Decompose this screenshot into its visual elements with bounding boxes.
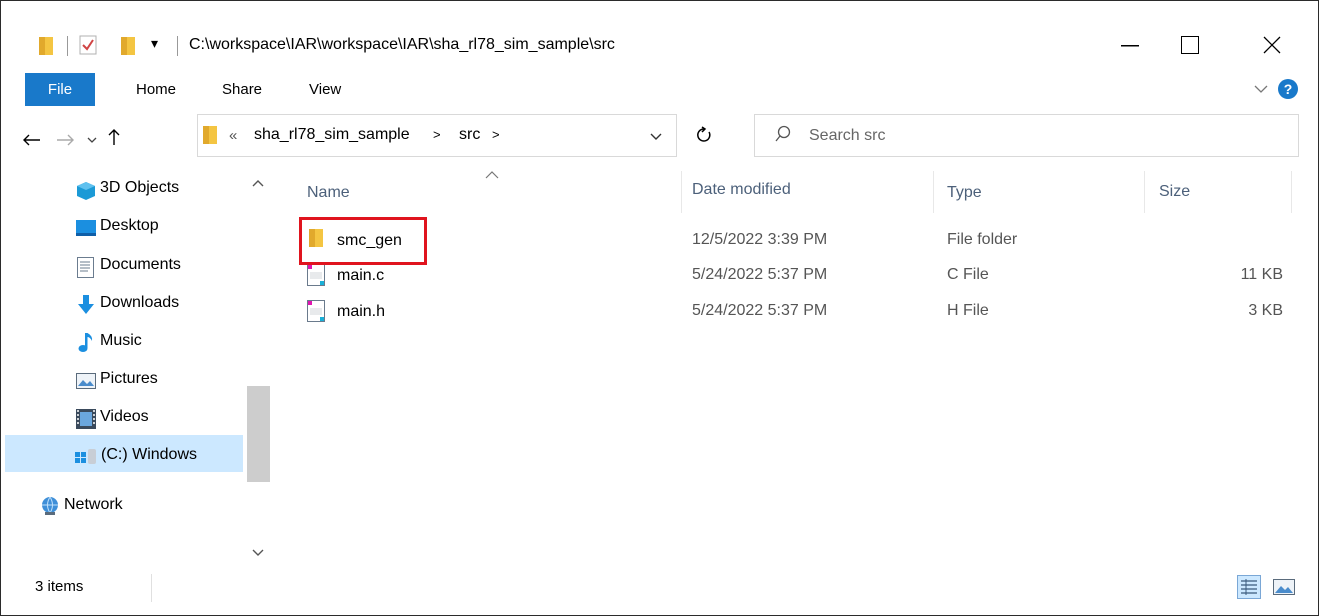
c-file-icon	[307, 264, 325, 286]
sidebar-item-label: Network	[64, 496, 123, 513]
h-file-icon	[307, 300, 325, 322]
new-folder-icon[interactable]	[121, 37, 135, 55]
back-arrow-icon[interactable]	[23, 134, 41, 146]
network-icon	[39, 496, 61, 516]
breadcrumb-item[interactable]: src	[459, 126, 480, 144]
breadcrumb-item[interactable]: sha_rl78_sim_sample	[254, 126, 410, 144]
desktop-icon	[76, 220, 96, 236]
column-header-size[interactable]: Size	[1159, 183, 1190, 201]
3d-objects-icon	[76, 181, 96, 201]
breadcrumb-separator-icon[interactable]: >	[492, 127, 500, 142]
close-icon[interactable]	[1263, 36, 1281, 54]
maximize-icon[interactable]	[1181, 36, 1199, 54]
column-divider[interactable]	[1291, 171, 1292, 213]
table-row[interactable]: smc_gen 12/5/2022 3:39 PM File folder	[301, 229, 1301, 257]
quick-access-dropdown-icon[interactable]: ▾	[151, 35, 158, 52]
divider	[67, 36, 68, 56]
tab-share[interactable]: Share	[222, 81, 262, 98]
file-name: main.c	[337, 267, 385, 284]
file-size: 3 KB	[1248, 302, 1283, 319]
large-icons-view-icon[interactable]	[1273, 577, 1295, 597]
svg-text:?: ?	[1284, 81, 1293, 97]
table-row[interactable]: main.h 5/24/2022 5:37 PM H File 3 KB	[301, 300, 1301, 328]
sidebar-item-label: (C:) Windows	[101, 446, 198, 463]
file-type: C File	[947, 266, 989, 283]
status-item-count: 3 items	[35, 578, 84, 595]
sidebar-item-label: Videos	[100, 408, 149, 425]
file-date: 5/24/2022 5:37 PM	[692, 302, 828, 319]
properties-icon[interactable]	[79, 35, 97, 55]
sidebar-scrollbar[interactable]	[246, 171, 271, 571]
file-size: 11 KB	[1240, 266, 1283, 283]
sidebar-item-label: Pictures	[100, 370, 158, 387]
pictures-icon	[76, 373, 96, 389]
downloads-icon	[77, 295, 95, 315]
breadcrumb-separator-icon[interactable]: >	[433, 127, 441, 142]
ribbon	[1, 61, 1318, 105]
music-icon	[78, 333, 94, 353]
help-icon[interactable]: ?	[1277, 78, 1299, 100]
sidebar-scroll-thumb[interactable]	[247, 386, 270, 482]
file-type: H File	[947, 302, 989, 319]
details-view-icon[interactable]	[1237, 575, 1261, 599]
file-type: File folder	[947, 231, 1018, 248]
sidebar-item-label: Music	[100, 332, 142, 349]
tab-file[interactable]: File	[25, 73, 95, 106]
column-divider[interactable]	[933, 171, 934, 213]
highlight-annotation	[299, 217, 427, 265]
videos-icon	[76, 409, 96, 429]
tab-home[interactable]: Home	[136, 81, 176, 98]
column-divider[interactable]	[1144, 171, 1145, 213]
scroll-up-icon[interactable]	[252, 179, 264, 187]
title-bar: ▾ C:\workspace\IAR\workspace\IAR\sha_rl7…	[1, 1, 1318, 61]
search-icon	[775, 125, 791, 143]
forward-arrow-icon[interactable]	[56, 134, 74, 146]
explorer-window: ▾ C:\workspace\IAR\workspace\IAR\sha_rl7…	[0, 0, 1319, 616]
column-header-date[interactable]: Date modified	[692, 181, 791, 199]
recent-locations-icon[interactable]	[87, 136, 97, 144]
column-header-type[interactable]: Type	[947, 184, 982, 202]
table-row[interactable]: main.c 5/24/2022 5:37 PM C File 11 KB	[301, 264, 1301, 292]
search-placeholder[interactable]: Search src	[809, 127, 885, 145]
sidebar-item-label: Documents	[100, 256, 181, 273]
up-arrow-icon[interactable]	[107, 128, 121, 146]
column-header-name[interactable]: Name	[307, 184, 350, 202]
sort-ascending-icon	[485, 171, 499, 179]
divider	[177, 36, 178, 56]
file-date: 12/5/2022 3:39 PM	[692, 231, 828, 248]
folder-icon	[203, 126, 217, 144]
minimize-icon[interactable]	[1121, 45, 1139, 47]
ribbon-expand-icon[interactable]	[1254, 84, 1268, 94]
sidebar-item-label: 3D Objects	[100, 179, 180, 196]
refresh-icon[interactable]	[696, 126, 712, 144]
address-dropdown-icon[interactable]	[650, 133, 662, 141]
scroll-down-icon[interactable]	[252, 549, 264, 557]
address-overflow[interactable]: «	[229, 127, 237, 144]
drive-icon	[75, 449, 97, 465]
documents-icon	[77, 257, 94, 278]
sidebar-item-label: Desktop	[100, 217, 159, 234]
folder-icon	[39, 37, 53, 55]
tab-view[interactable]: View	[309, 81, 341, 98]
sidebar-item-label: Downloads	[100, 294, 180, 311]
status-divider	[151, 574, 152, 602]
file-name: main.h	[337, 303, 386, 320]
refresh-button[interactable]	[679, 114, 753, 157]
column-divider[interactable]	[681, 171, 682, 213]
window-title: C:\workspace\IAR\workspace\IAR\sha_rl78_…	[189, 36, 615, 53]
file-date: 5/24/2022 5:37 PM	[692, 266, 828, 283]
